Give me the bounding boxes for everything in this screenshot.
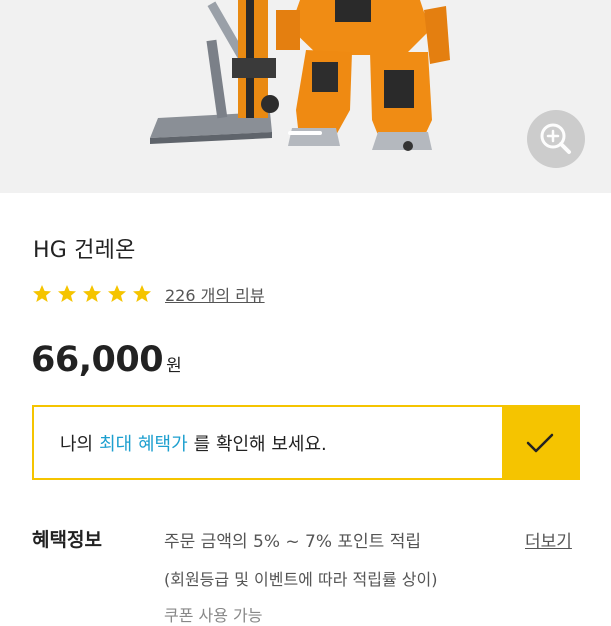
star-icon [58,285,76,302]
slide-indicator [288,131,322,135]
product-title: HG 건레온 [33,238,136,263]
product-image[interactable] [0,0,611,193]
benefit-prefix: 나의 [60,433,94,455]
star-icon [133,285,151,302]
benefit-check-button[interactable] [502,407,578,478]
benefit-suffix: 를 확인해 보세요. [193,433,327,455]
price-unit: 원 [166,356,182,376]
star-icon [108,285,126,302]
benefit-info-line: 쿠폰 사용 가능 [164,606,263,625]
more-link[interactable]: 더보기 [525,527,572,552]
benefit-info-line: 주문 금액의 5% ~ 7% 포인트 적립 [164,532,422,552]
price-amount: 66,000 [31,340,164,380]
product-image-robot [150,0,450,151]
star-icon [83,285,101,302]
benefit-highlight: 최대 혜택가 [99,433,188,455]
check-icon [526,433,554,452]
benefit-banner-text: 나의 최대 혜택가 를 확인해 보세요. [34,407,502,478]
benefit-info-label: 혜택정보 [32,529,102,551]
zoom-button[interactable] [527,110,585,168]
star-icon [33,285,51,302]
rating-row: 226 개의 리뷰 [32,283,265,305]
benefit-info-line: (회원등급 및 이벤트에 따라 적립률 상이) [164,570,438,589]
review-count-link[interactable]: 226 개의 리뷰 [165,282,265,306]
zoom-in-icon [540,123,571,154]
max-benefit-banner[interactable]: 나의 최대 혜택가 를 확인해 보세요. [32,405,580,480]
price: 66,000 원 [31,340,182,380]
